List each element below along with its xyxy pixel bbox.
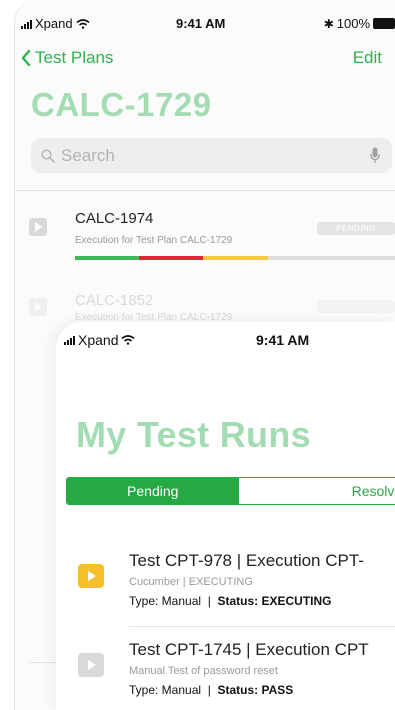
carrier-label: Xpand: [78, 332, 119, 348]
status-time: 9:41 AM: [256, 332, 310, 348]
segment-pending[interactable]: Pending: [67, 478, 239, 504]
run-subtitle: Manual Test of password reset: [129, 665, 278, 677]
edit-button[interactable]: Edit: [353, 48, 382, 68]
status-badge: PENDING: [317, 222, 395, 235]
run-type: Type: Manual: [129, 594, 202, 608]
carrier-label: Xpand: [35, 16, 73, 31]
carrier-group: Xpand: [21, 16, 90, 31]
battery-group: ✱ 100%: [324, 16, 395, 31]
progress-bar: [75, 256, 395, 260]
search-field[interactable]: Search: [31, 138, 392, 173]
run-status: Status: EXECUTING: [217, 594, 332, 608]
run-status: Status: PASS: [217, 683, 294, 697]
progress-segment-executing: [203, 256, 268, 260]
signal-icon: [21, 19, 32, 29]
page-title: My Test Runs: [76, 414, 311, 455]
divider: [15, 190, 395, 191]
front-screen: Xpand 9:41 AM My Test Runs Pending Resol…: [56, 322, 395, 710]
run-meta: Type: Manual | Status: PASS: [129, 683, 294, 697]
row-title: CALC-1974: [75, 210, 154, 227]
list-item[interactable]: CALC-1974 Execution for Test Plan CALC-1…: [15, 204, 395, 274]
chevron-left-icon: [21, 50, 31, 66]
row-title: CALC-1852: [75, 292, 154, 309]
battery-percent: 100%: [336, 16, 370, 31]
segmented-control: Pending Resolved: [66, 477, 395, 505]
row-subtitle: Execution for Test Plan CALC-1729: [75, 235, 233, 246]
run-type: Type: Manual: [129, 683, 202, 697]
wifi-icon: [121, 335, 135, 345]
run-meta: Type: Manual | Status: EXECUTING: [129, 594, 332, 608]
play-icon: [78, 653, 104, 677]
segment-resolved[interactable]: Resolved: [238, 478, 395, 504]
back-button-label: Test Plans: [35, 48, 114, 67]
test-run-item[interactable]: Test CPT-1745 | Execution CPT Manual Tes…: [56, 640, 395, 710]
status-bar: Xpand 9:41 AM ✱ 100%: [15, 14, 395, 34]
signal-icon: [64, 335, 75, 345]
divider: [129, 626, 395, 627]
carrier-group: Xpand: [64, 332, 135, 348]
progress-segment-fail: [139, 256, 204, 260]
search-placeholder: Search: [61, 145, 115, 165]
microphone-icon[interactable]: [370, 147, 380, 164]
progress-segment-pass: [75, 256, 140, 260]
run-subtitle: Cucumber | EXECUTING: [129, 576, 253, 588]
play-icon: [78, 564, 104, 588]
page-title: CALC-1729: [31, 86, 212, 123]
progress-segment-todo: [267, 256, 395, 260]
run-title: Test CPT-1745 | Execution CPT: [129, 640, 369, 659]
back-button[interactable]: Test Plans: [21, 48, 113, 68]
status-badge: [317, 300, 395, 313]
play-icon: [29, 298, 47, 316]
status-bar: Xpand 9:41 AM: [56, 332, 395, 352]
bluetooth-icon: ✱: [323, 16, 334, 31]
battery-icon: [373, 18, 395, 29]
run-title: Test CPT-978 | Execution CPT-: [129, 551, 364, 570]
search-icon: [41, 148, 55, 163]
test-run-item[interactable]: Test CPT-978 | Execution CPT- Cucumber |…: [56, 551, 395, 627]
play-icon: [29, 218, 47, 236]
status-time: 9:41 AM: [176, 16, 226, 31]
wifi-icon: [76, 18, 90, 29]
